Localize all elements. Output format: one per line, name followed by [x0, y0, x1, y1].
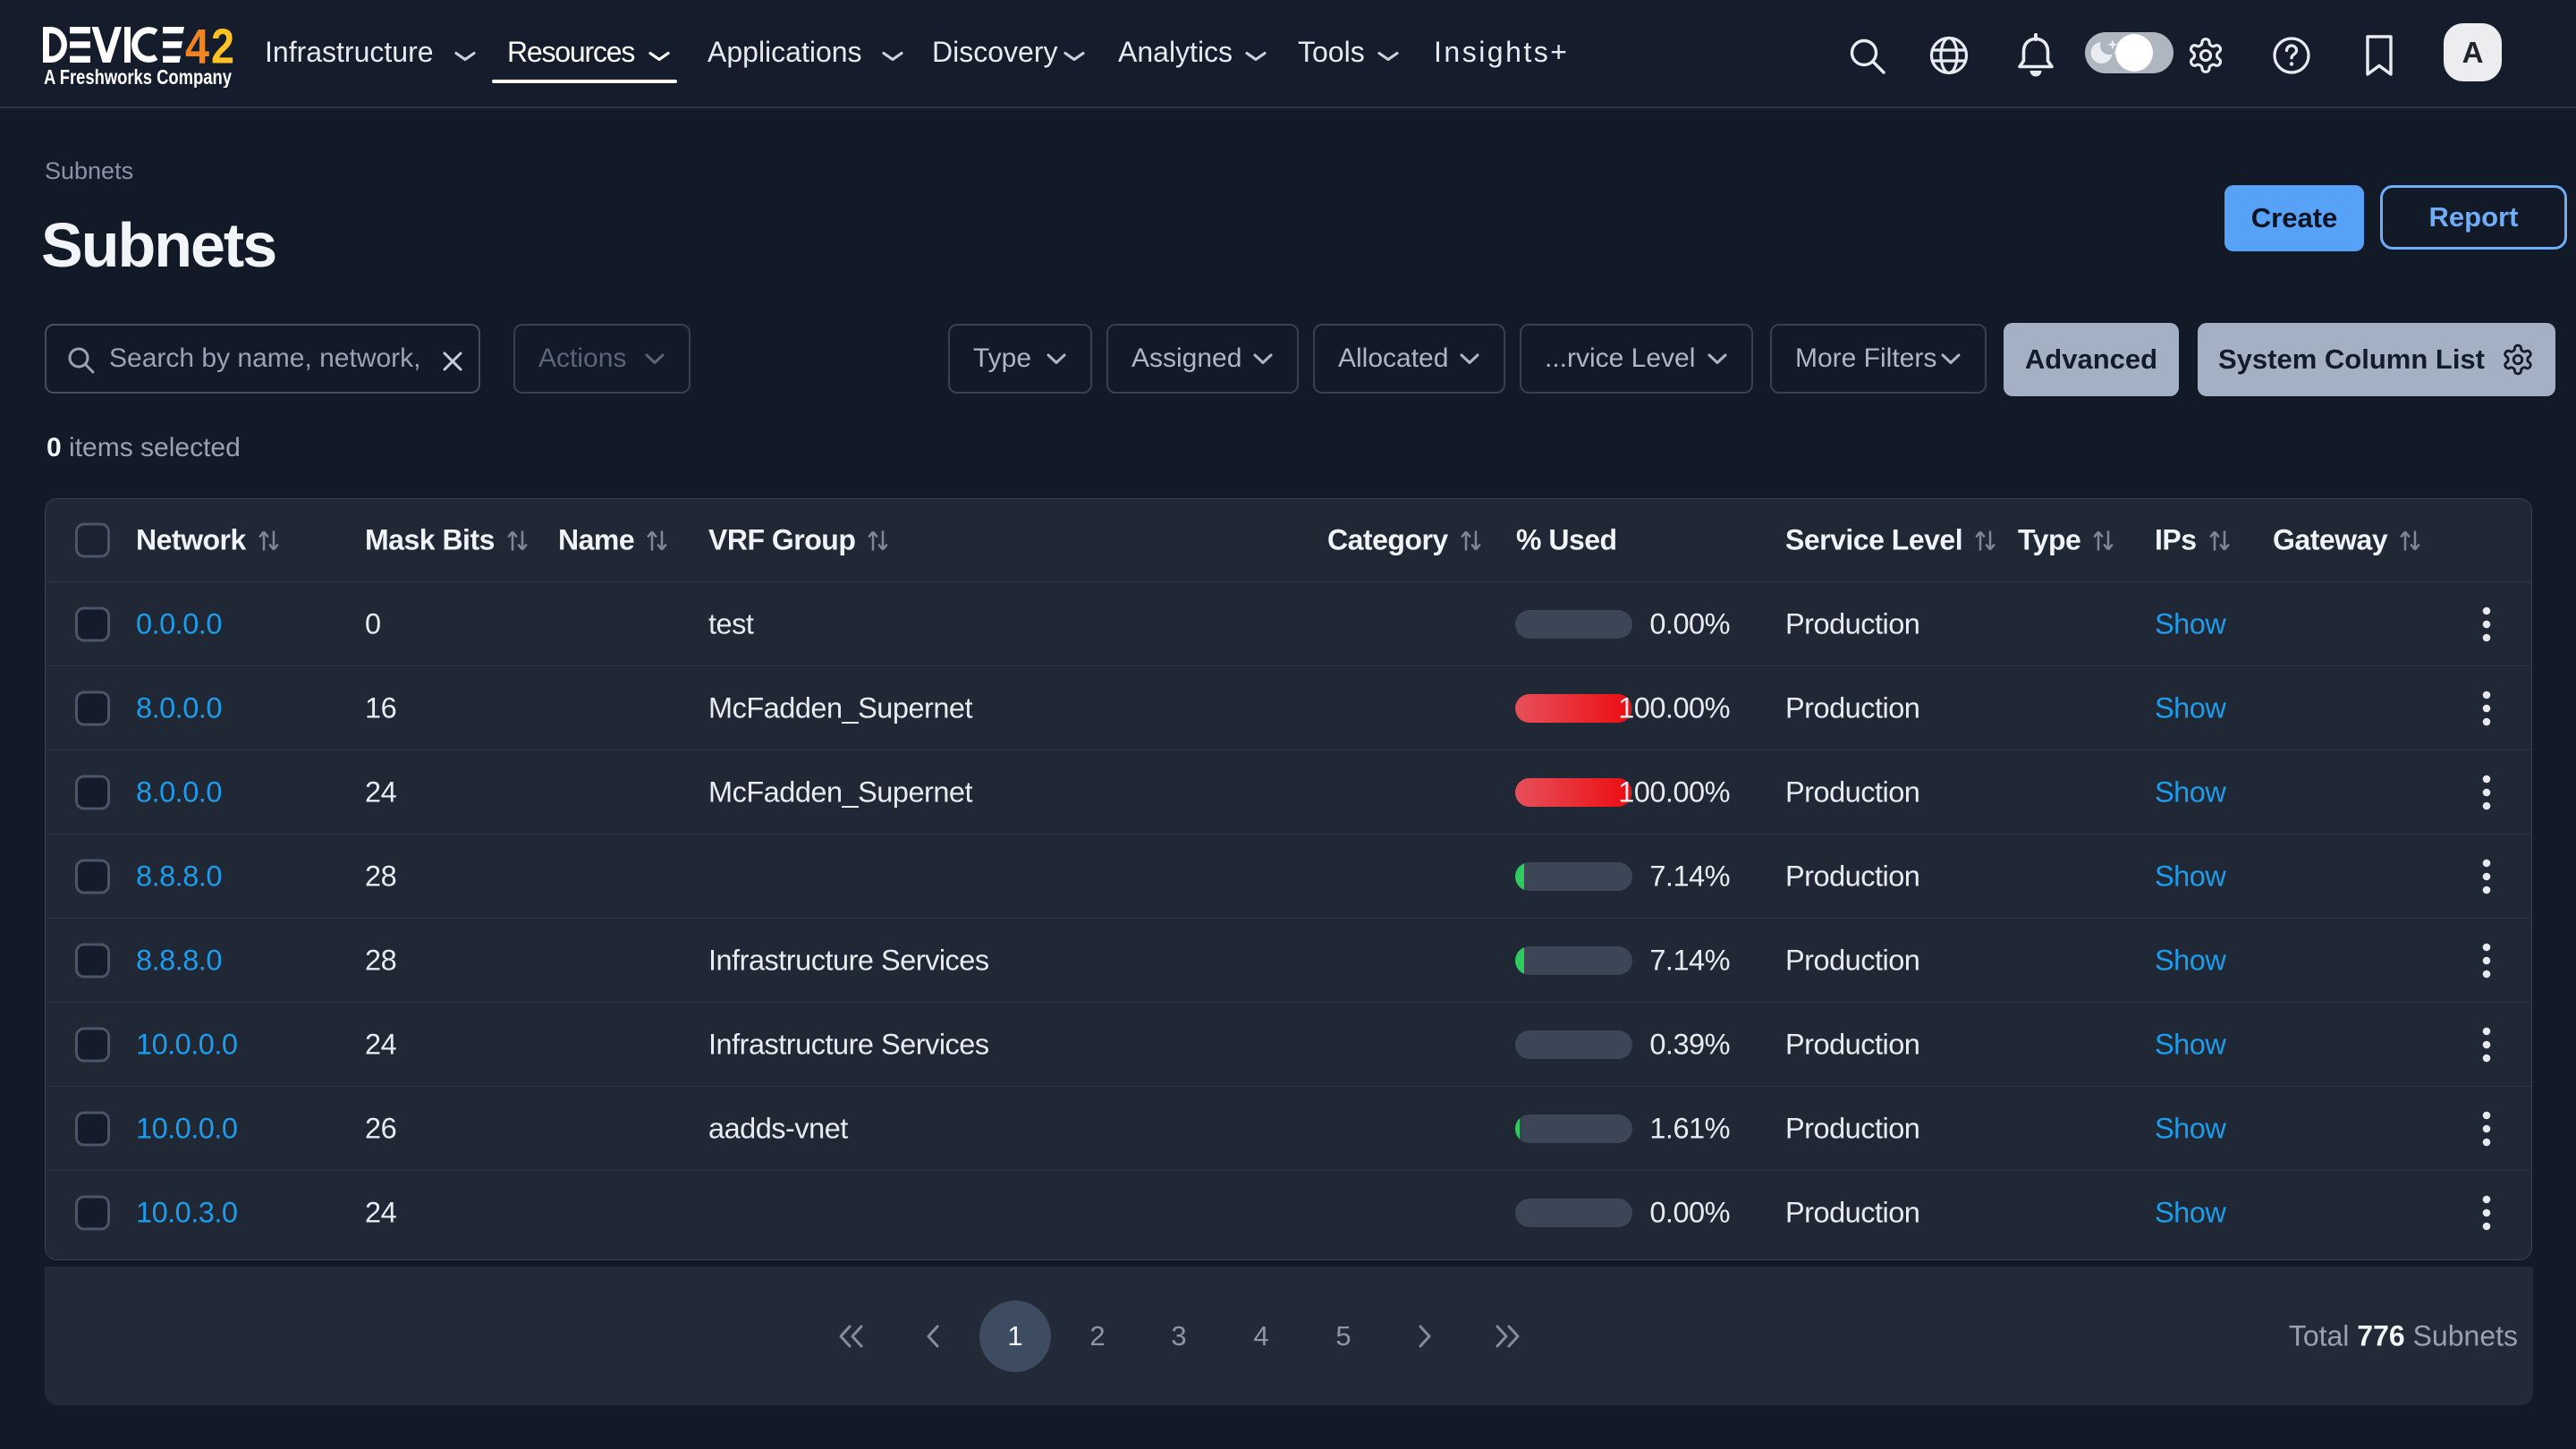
svg-text:A Freshworks Company: A Freshworks Company	[44, 65, 232, 88]
